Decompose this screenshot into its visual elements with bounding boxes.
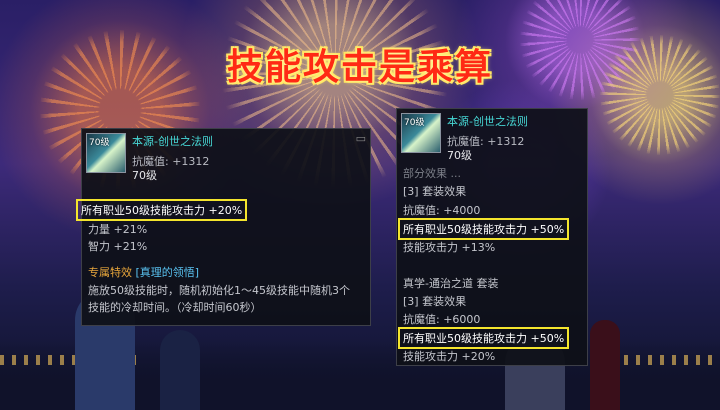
set-effect-label: [3] 套装效果: [403, 185, 467, 198]
set-title: 真学-通治之道 套装: [403, 277, 499, 290]
item-header: 70级 本源-创世之法则 抗魔值: +1312 70级 ▭: [82, 129, 370, 182]
character-figure: [590, 320, 620, 410]
item-icon: 70级: [86, 133, 126, 173]
highlight-skill-attack: 所有职业50级技能攻击力 +50%: [398, 327, 570, 349]
item-header: 70级 本源-创世之法则 抗魔值: +1312 70级: [397, 109, 587, 162]
set-skill-attack: 技能攻击力 +13%: [403, 241, 496, 254]
headline-title: 技能攻击是乘算: [226, 47, 493, 88]
highlight-skill-attack: 所有职业50级技能攻击力 +20%: [76, 199, 248, 221]
set-effect-label: [3] 套装效果: [403, 295, 467, 308]
special-description: 施放50级技能时，随机初始化1～45级技能中随机3个技能的冷却时间。（冷却时间6…: [88, 284, 350, 314]
character-figure: [160, 330, 200, 410]
item-name: 本源-创世之法则: [447, 115, 528, 128]
faded-line: 部分效果 ...: [403, 167, 461, 180]
item-tooltip-left: 70级 本源-创世之法则 抗魔值: +1312 70级 ▭ 所有职业50级技能攻…: [76, 128, 371, 326]
item-level: 70级: [132, 169, 157, 182]
item-tooltip-right: 70级 本源-创世之法则 抗魔值: +1312 70级 部分效果 ... [3]…: [396, 108, 588, 366]
set-resist: 抗魔值: +6000: [403, 313, 481, 326]
highlight-skill-attack: 所有职业50级技能攻击力 +50%: [398, 218, 570, 240]
stat-strength: 力量 +21%: [88, 223, 148, 236]
set-skill-attack: 技能攻击力 +20%: [403, 350, 496, 363]
level-badge: 70级: [89, 138, 110, 148]
item-icon: 70级: [401, 113, 441, 153]
special-name: [真理的领悟]: [135, 266, 200, 279]
special-label: 专属特效: [88, 266, 132, 279]
set-resist: 抗魔值: +4000: [403, 204, 481, 217]
item-level: 70级: [447, 149, 472, 162]
stat-intelligence: 智力 +21%: [88, 240, 148, 253]
level-badge: 70级: [404, 118, 425, 128]
compare-icon[interactable]: ▭: [356, 132, 366, 145]
item-name: 本源-创世之法则: [132, 135, 213, 148]
special-effect-label: 专属特效 [真理的领悟]: [88, 264, 199, 280]
